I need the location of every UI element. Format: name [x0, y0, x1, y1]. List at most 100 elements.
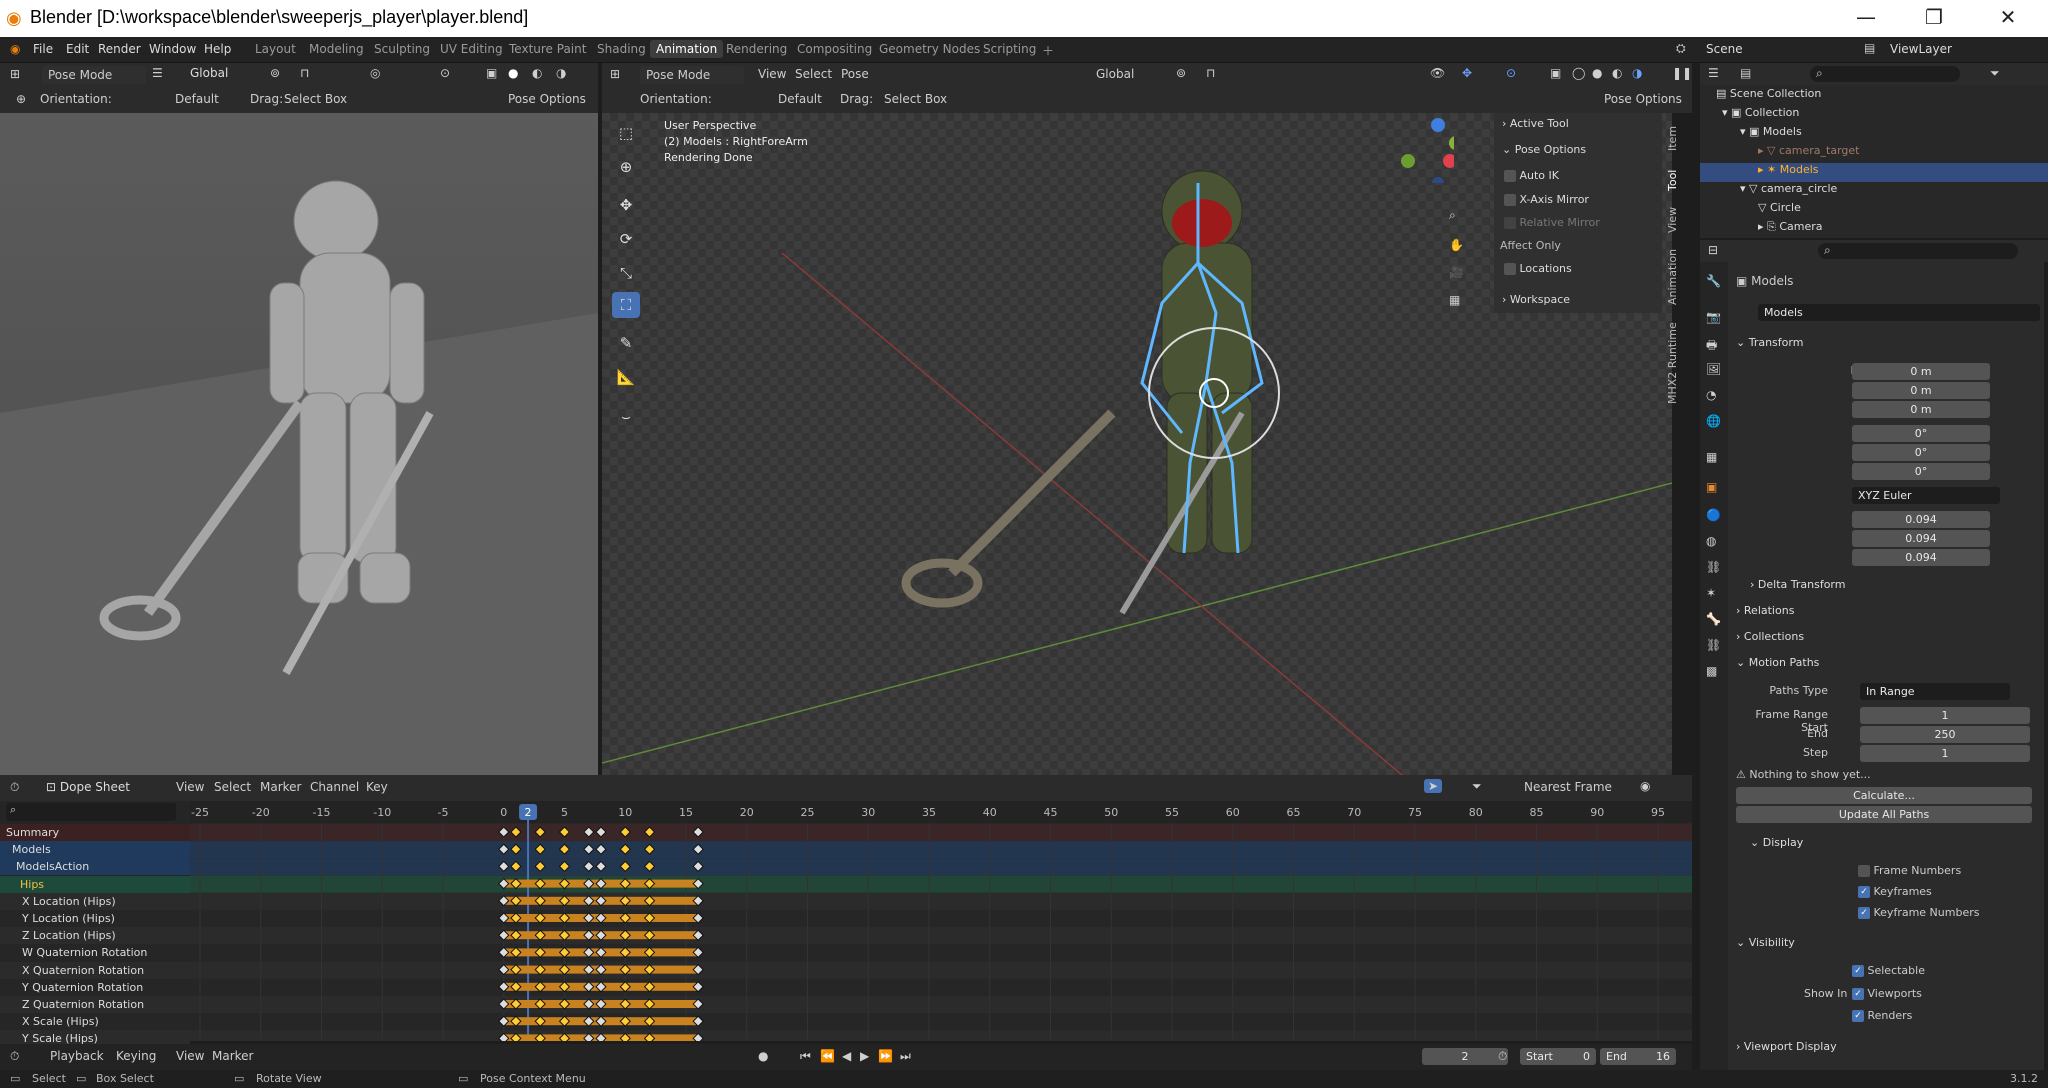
pose-options-dropdown[interactable]: Pose Options — [1604, 92, 1682, 106]
play-reverse-icon[interactable]: ◀ — [842, 1049, 851, 1063]
menu-keying[interactable]: Keying — [116, 1049, 156, 1063]
menu-view[interactable]: View — [758, 67, 786, 81]
motion-paths-header[interactable]: ⌄ Motion Paths — [1736, 656, 1819, 669]
jump-end-icon[interactable]: ⏭ — [900, 1049, 911, 1064]
next-keyframe-icon[interactable]: ⏩ — [878, 1049, 893, 1063]
selectable-check[interactable]: ✓ — [1852, 965, 1864, 977]
collections-header[interactable]: › Collections — [1736, 630, 1804, 643]
cursor-tool-icon[interactable]: ⊕ — [612, 154, 640, 180]
rotation-x-field[interactable]: 0° — [1852, 425, 1990, 442]
solid-shading-icon[interactable]: ● — [1592, 66, 1602, 80]
tab-rendering[interactable]: Rendering — [726, 42, 787, 56]
jump-start-icon[interactable]: ⏮ — [800, 1049, 811, 1064]
drag-dropdown[interactable]: Select Box — [884, 92, 947, 106]
frame-range-start-field[interactable]: 1 — [1860, 707, 2030, 724]
filter-icon[interactable]: ⏷ — [1990, 66, 2000, 81]
location-z-field[interactable]: 0 m — [1852, 401, 1990, 418]
pause-render-icon[interactable]: ❚❚ — [1672, 66, 1692, 80]
tab-layout[interactable]: Layout — [255, 42, 296, 56]
tab-shading[interactable]: Shading — [597, 42, 646, 56]
tab-animation-side[interactable]: Animation — [1666, 244, 1686, 310]
viewports-checkbox[interactable]: ✓ Viewports — [1852, 987, 1922, 1000]
orientation-dropdown[interactable]: Default — [778, 92, 822, 106]
minimize-button[interactable]: — — [1836, 0, 1896, 36]
orientation-dropdown[interactable]: Default — [175, 92, 219, 106]
outliner-row[interactable]: ▸ ⎘ Camera — [1700, 220, 2048, 239]
transform-orientation[interactable]: Global — [190, 66, 228, 80]
auto-ik-checkbox[interactable]: Auto IK — [1494, 169, 1662, 191]
channel-row[interactable]: Y Quaternion Rotation — [0, 978, 190, 996]
material-shading-icon[interactable]: ◐ — [532, 66, 542, 80]
menu-select[interactable]: Select — [795, 67, 832, 81]
channel-row[interactable]: Y Location (Hips) — [0, 910, 190, 927]
ortho-toggle-icon[interactable]: ▦ — [1449, 293, 1460, 307]
add-workspace-icon[interactable]: ＋ — [1042, 42, 1054, 59]
move-tool-icon[interactable]: ✥ — [612, 192, 640, 218]
end-frame-field[interactable]: End 16 — [1600, 1048, 1676, 1065]
play-icon[interactable]: ▶ — [860, 1049, 869, 1063]
tab-modeling[interactable]: Modeling — [309, 42, 364, 56]
physics-tab-icon[interactable]: ◍ — [1706, 534, 1716, 548]
keyframes-check[interactable]: ✓ — [1858, 886, 1870, 898]
display-header[interactable]: ⌄ Display — [1750, 836, 1803, 849]
material-shading-icon[interactable]: ◐ — [1612, 66, 1622, 80]
bone-tab-icon[interactable]: 🦴 — [1706, 612, 1721, 626]
active-tool-header[interactable]: › Active Tool — [1494, 117, 1662, 139]
relative-mirror-check[interactable] — [1504, 217, 1516, 229]
navigation-gizmo[interactable] — [1394, 113, 1454, 183]
menu-marker[interactable]: Marker — [212, 1049, 253, 1063]
scale-z-field[interactable]: 0.094 — [1852, 549, 1990, 566]
channel-row[interactable]: Z Quaternion Rotation — [0, 996, 190, 1013]
menu-view[interactable]: View — [176, 780, 204, 794]
channel-row[interactable]: Models — [0, 841, 190, 859]
blender-menu-icon[interactable]: ◉ — [10, 42, 20, 56]
delta-transform-header[interactable]: › Delta Transform — [1750, 578, 1845, 591]
tab-compositing[interactable]: Compositing — [797, 42, 872, 56]
menu-help[interactable]: Help — [204, 42, 231, 56]
menu-pose[interactable]: Pose — [841, 67, 869, 81]
overlay-icon[interactable]: ⊙ — [440, 66, 450, 80]
outliner-search-input[interactable]: ⌕ — [1810, 66, 1960, 82]
camera-view-icon[interactable]: 🎥 — [1449, 265, 1464, 279]
tab-mhx2-runtime[interactable]: MHX2 Runtime — [1666, 316, 1686, 410]
prev-keyframe-icon[interactable]: ⏪ — [820, 1049, 835, 1063]
outliner-row[interactable]: ▸ ▽ camera_target — [1700, 144, 2048, 163]
display-mode-icon[interactable]: ▤ — [1740, 66, 1751, 80]
pan-icon[interactable]: ✋ — [1449, 238, 1464, 252]
xray-icon[interactable]: ▣ — [486, 66, 497, 80]
calculate-button[interactable]: Calculate... — [1736, 787, 2032, 804]
editor-type-icon[interactable]: ☰ — [1708, 66, 1719, 80]
x-mirror-checkbox[interactable]: X-Axis Mirror — [1494, 193, 1662, 215]
channel-row[interactable]: Hips — [0, 875, 190, 893]
rotation-z-field[interactable]: 0° — [1852, 463, 1990, 480]
paths-type-dropdown[interactable]: In Range — [1860, 683, 2010, 700]
relations-header[interactable]: › Relations — [1736, 604, 1794, 617]
keyframe-numbers-check[interactable]: ✓ — [1858, 907, 1870, 919]
pose-options-header[interactable]: ⌄ Pose Options — [1494, 143, 1662, 165]
rotation-y-field[interactable]: 0° — [1852, 444, 1990, 461]
scene-name[interactable]: Scene — [1706, 42, 1743, 56]
object-name-field[interactable]: Models — [1758, 304, 2040, 321]
snap-icon[interactable]: ⊓ — [1206, 66, 1215, 80]
channel-search-input[interactable]: ⌕ — [6, 803, 176, 821]
output-tab-icon[interactable]: 🖶 — [1706, 336, 1717, 357]
tab-uv-editing[interactable]: UV Editing — [440, 42, 503, 56]
bone-constraints-tab-icon[interactable]: ⛓ — [1706, 638, 1721, 652]
pose-relax-tool-icon[interactable]: ⌣ — [612, 404, 640, 430]
tab-item[interactable]: Item — [1666, 118, 1686, 158]
channel-row[interactable]: ModelsAction — [0, 858, 190, 876]
menu-render[interactable]: Render — [98, 42, 141, 56]
editor-type-icon[interactable]: ⊞ — [610, 67, 620, 81]
menu-edit[interactable]: Edit — [66, 42, 89, 56]
select-box-tool-icon[interactable]: ⬚ — [612, 120, 640, 146]
workspace-header[interactable]: › Workspace — [1494, 293, 1662, 315]
outliner-row[interactable]: ▽ Circle — [1700, 201, 2048, 220]
keyframe-numbers-checkbox[interactable]: ✓ Keyframe Numbers — [1858, 906, 1979, 919]
selectable-checkbox[interactable]: ✓ Selectable — [1852, 964, 1925, 977]
proportional-icon[interactable]: ◎ — [370, 66, 380, 80]
frame-step-field[interactable]: 1 — [1860, 745, 2030, 762]
drag-dropdown[interactable]: Select Box — [284, 92, 347, 106]
menu-key[interactable]: Key — [366, 780, 388, 794]
overlay-icon[interactable]: ⊙ — [1506, 66, 1516, 80]
tool-tab-icon[interactable]: 🔧 — [1706, 274, 1721, 288]
